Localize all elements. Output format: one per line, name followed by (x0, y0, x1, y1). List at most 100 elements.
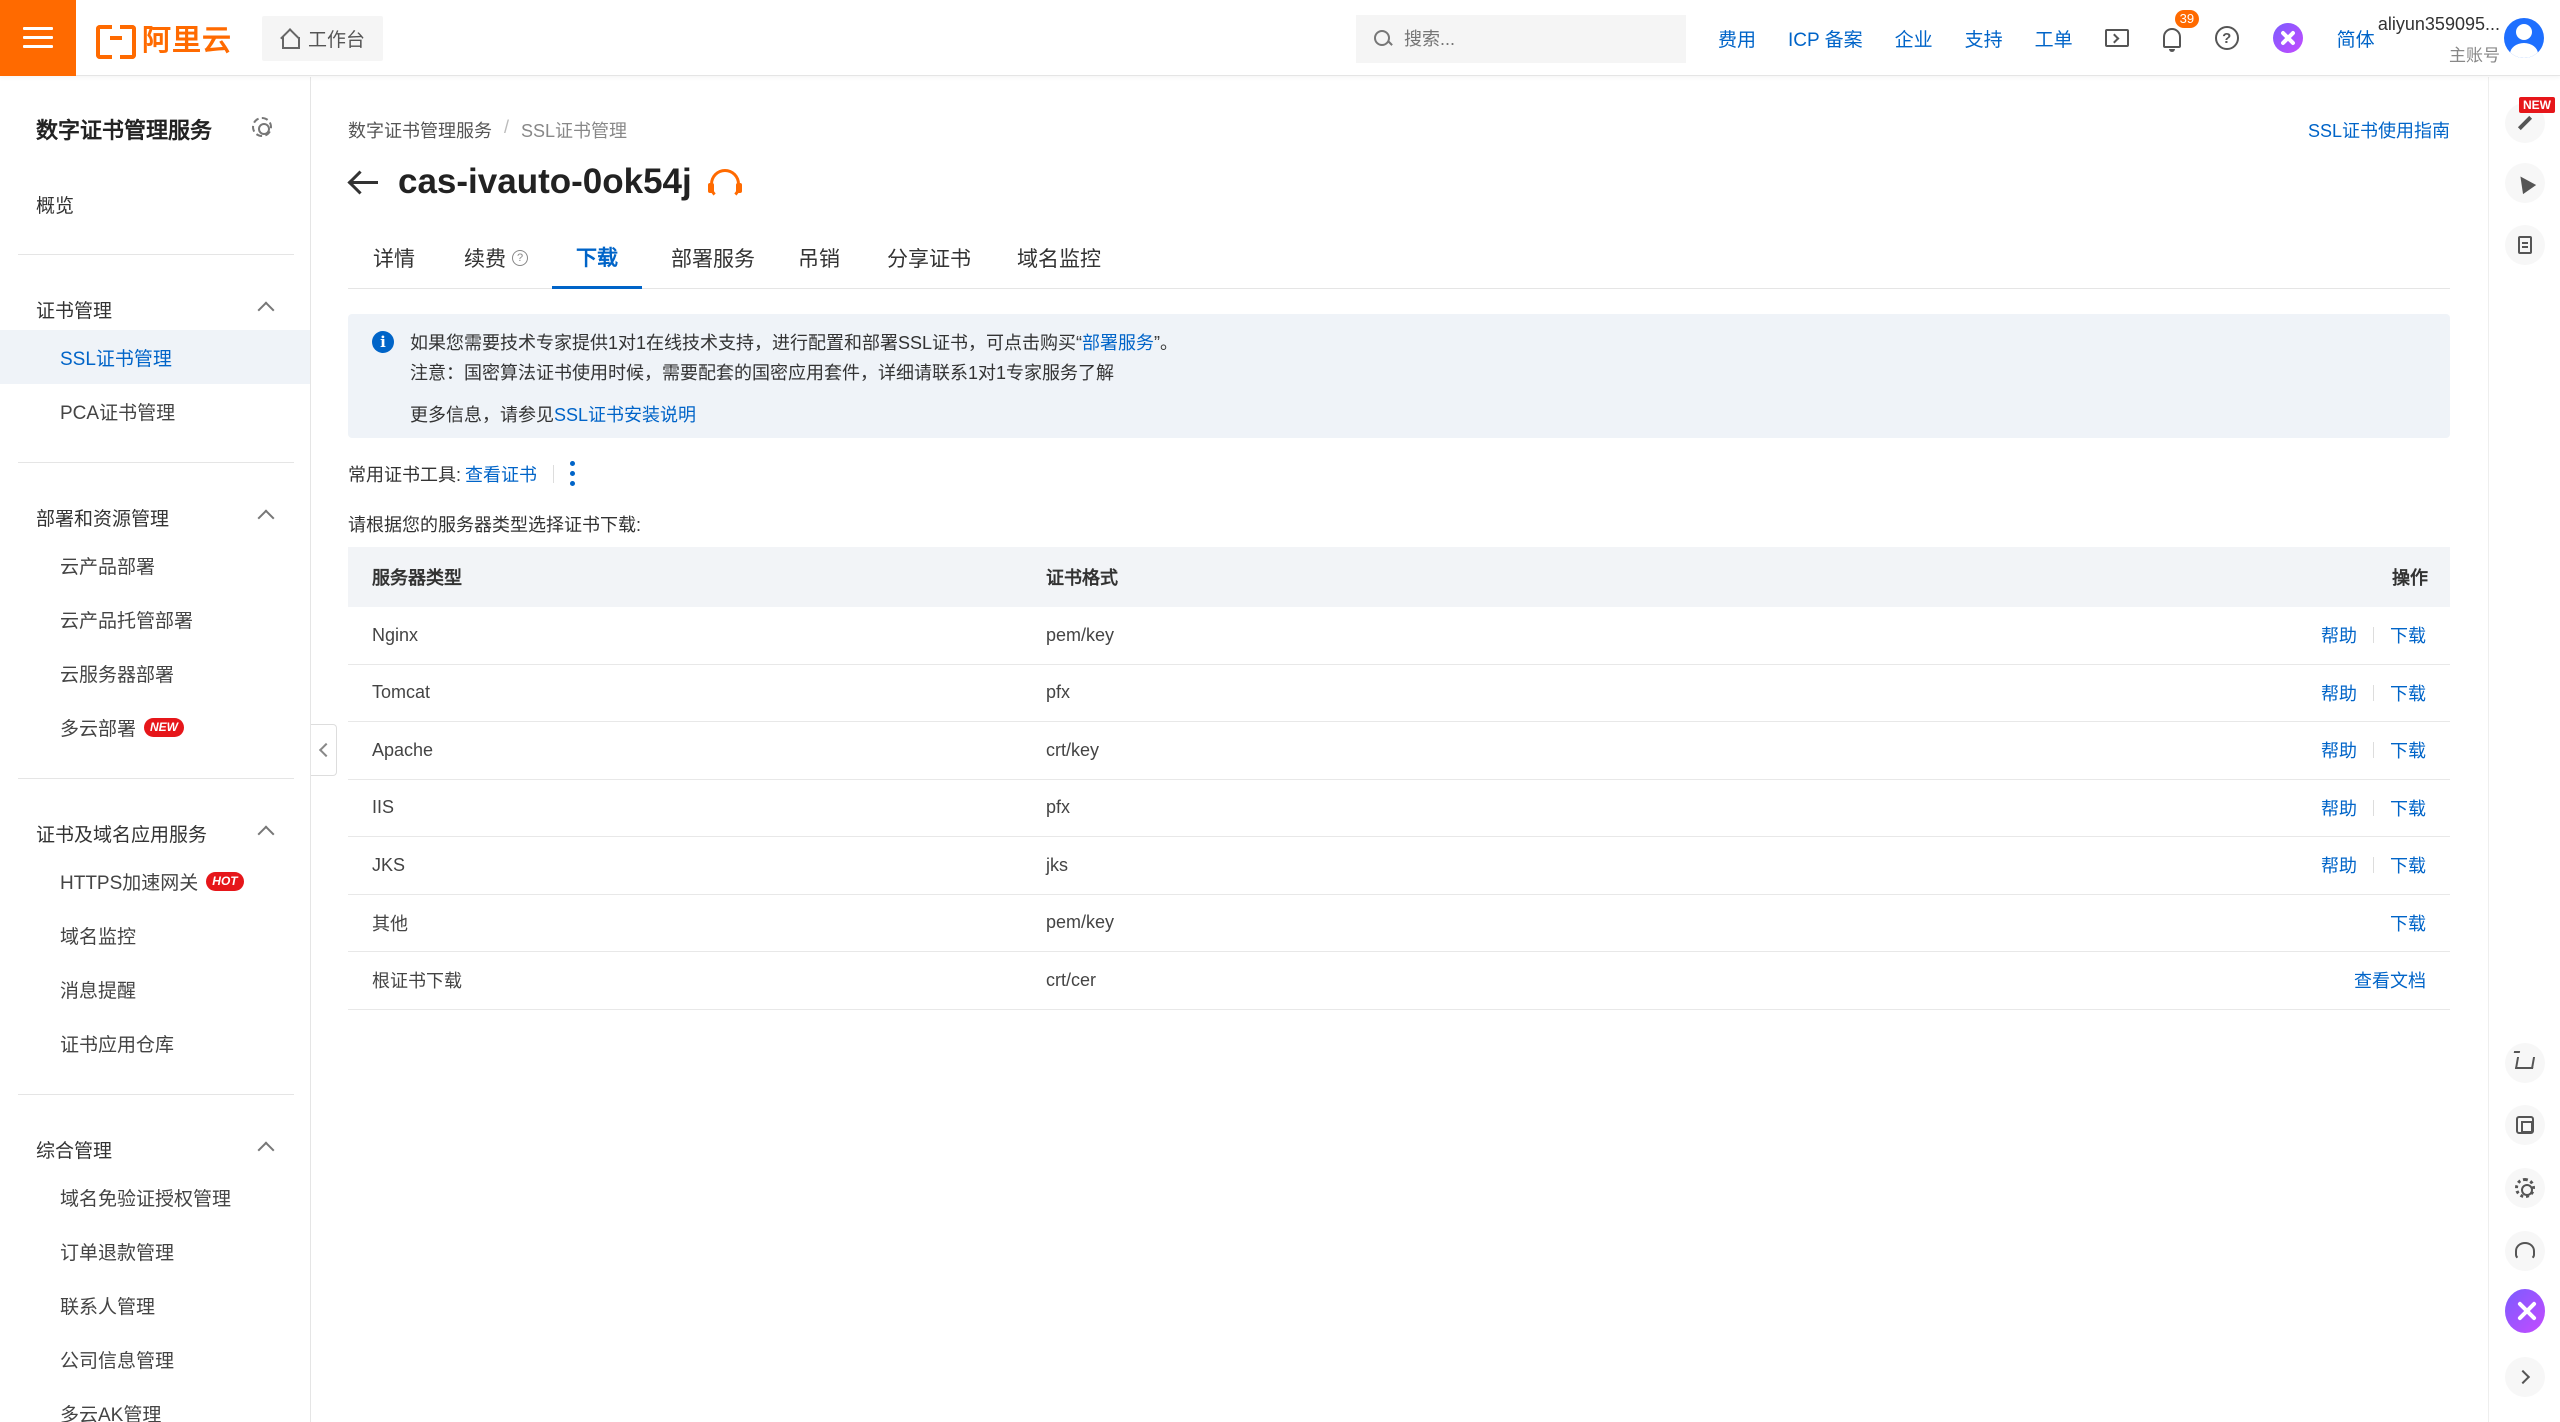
sidebar-item-company-info[interactable]: 公司信息管理 (0, 1332, 310, 1386)
sidebar-item-ssl-cert[interactable]: SSL证书管理 (0, 330, 310, 384)
help-link[interactable]: 帮助 (2321, 795, 2357, 821)
download-table: 服务器类型 证书格式 操作 Nginx pem/key 帮助 下载 Tomcat … (348, 547, 2450, 1010)
help-button[interactable]: ? (2214, 26, 2239, 50)
notification-button[interactable]: 39 (2162, 10, 2200, 52)
tab-deploy-service[interactable]: 部署服务 (658, 227, 768, 289)
help-link[interactable]: 帮助 (2321, 622, 2357, 648)
cell-server: IIS (372, 797, 395, 818)
tab-share-cert[interactable]: 分享证书 (874, 227, 984, 289)
sidebar-item-label: PCA证书管理 (60, 402, 176, 424)
account-name: aliyun359095... (2377, 14, 2500, 34)
ssl-install-guide-link[interactable]: SSL证书安装说明 (554, 405, 696, 425)
chevron-up-icon (257, 1141, 275, 1159)
workbench-button[interactable]: 工作台 (262, 16, 384, 61)
deploy-service-link[interactable]: 部署服务 (1082, 333, 1154, 353)
sidebar-item-domain-authorization[interactable]: 域名免验证授权管理 (0, 1170, 310, 1224)
search-box[interactable] (1356, 15, 1686, 63)
nav-ticket[interactable]: 工单 (2035, 25, 2073, 52)
sidebar-item-order-refund[interactable]: 订单退款管理 (0, 1224, 310, 1278)
sidebar-item-cert-repository[interactable]: 证书应用仓库 (0, 1016, 310, 1070)
customer-service-button[interactable] (2505, 1231, 2545, 1271)
cell-format: pfx (1046, 797, 1071, 818)
sidebar-item-server-deploy[interactable]: 云服务器部署 (0, 646, 310, 700)
download-button[interactable]: 下载 (2390, 795, 2426, 821)
resource-button[interactable] (2505, 1105, 2545, 1145)
cloud-shell-button[interactable] (2104, 29, 2129, 47)
sidebar-item-label: 多云部署 (60, 718, 137, 740)
sidebar-item-label: 联系人管理 (60, 1296, 156, 1318)
cell-server: Nginx (372, 624, 419, 645)
tab-label: 分享证书 (887, 248, 971, 271)
avatar[interactable] (2504, 18, 2544, 58)
cell-format: jks (1046, 854, 1068, 875)
tab-label: 域名监控 (1017, 248, 1101, 271)
tab-download[interactable]: 下载 (552, 227, 642, 289)
download-button[interactable]: 下载 (2390, 737, 2426, 763)
view-docs-link[interactable]: 查看文档 (2354, 967, 2426, 993)
sidebar-item-multicloud-ak[interactable]: 多云AK管理 (0, 1386, 310, 1422)
notes-button[interactable] (2505, 225, 2545, 265)
sidebar-item-overview[interactable]: 概览 (0, 177, 310, 231)
pointer-tool-button[interactable] (2505, 163, 2545, 203)
cell-actions: 帮助 下载 (2246, 852, 2450, 878)
divider (2373, 684, 2374, 701)
help-link[interactable]: 帮助 (2321, 852, 2357, 878)
question-icon: ? (512, 250, 528, 266)
headset-support-icon[interactable] (707, 169, 742, 199)
sidebar-collapse-button[interactable] (311, 724, 337, 776)
sidebar-item-domain-monitor[interactable]: 域名监控 (0, 908, 310, 962)
sidebar-item-message-reminder[interactable]: 消息提醒 (0, 962, 310, 1016)
divider (2373, 799, 2374, 816)
tab-renew[interactable]: 续费? (448, 227, 544, 289)
gear-icon[interactable] (252, 117, 272, 137)
tab-revoke[interactable]: 吊销 (784, 227, 854, 289)
table-row: Apache crt/key 帮助 下载 (348, 722, 2450, 780)
download-button[interactable]: 下载 (2390, 622, 2426, 648)
view-cert-link[interactable]: 查看证书 (465, 461, 537, 487)
more-vertical-icon[interactable] (570, 461, 576, 487)
divider (553, 465, 555, 483)
cell-format: pfx (1046, 682, 1071, 703)
sidebar-group-label: 部署和资源管理 (36, 508, 170, 530)
sidebar-item-cloud-product-deploy[interactable]: 云产品部署 (0, 538, 310, 592)
settings-button[interactable] (2505, 1168, 2545, 1208)
sidebar-group-general-management[interactable]: 综合管理 (0, 1122, 310, 1176)
search-input[interactable] (1404, 28, 1664, 50)
ssl-guide-link[interactable]: SSL证书使用指南 (2308, 117, 2450, 143)
ai-assistant-icon (2505, 1289, 2545, 1333)
download-button[interactable]: 下载 (2390, 680, 2426, 706)
breadcrumb-separator: / (504, 117, 510, 137)
table-row: IIS pfx 帮助 下载 (348, 780, 2450, 837)
title-row: cas-ivauto-0ok54j (348, 157, 742, 207)
expand-rail-button[interactable] (2505, 1357, 2545, 1397)
nav-cost[interactable]: 费用 (1718, 25, 1756, 52)
account-info[interactable]: aliyun359095... 主账号 (2340, 14, 2500, 66)
breadcrumb-item[interactable]: 数字证书管理服务 (348, 117, 492, 143)
cell-format: pem/key (1046, 624, 1115, 645)
sidebar-group-domain-services[interactable]: 证书及域名应用服务 (0, 806, 310, 860)
nav-support[interactable]: 支持 (1965, 25, 2003, 52)
download-button[interactable]: 下载 (2390, 910, 2426, 936)
hamburger-menu-button[interactable] (0, 0, 76, 76)
notice-line-3: 更多信息，请参见SSL证书安装说明 (410, 400, 2450, 430)
sidebar-item-managed-deploy[interactable]: 云产品托管部署 (0, 592, 310, 646)
back-arrow-icon[interactable] (348, 170, 380, 194)
ai-assistant-rail-button[interactable] (2505, 1289, 2545, 1333)
sidebar-item-multicloud-deploy[interactable]: 多云部署 NEW (0, 700, 310, 754)
cell-server: Tomcat (372, 682, 431, 703)
sidebar-item-pca-cert[interactable]: PCA证书管理 (0, 384, 310, 438)
sidebar-item-contacts[interactable]: 联系人管理 (0, 1278, 310, 1332)
help-link[interactable]: 帮助 (2321, 680, 2357, 706)
cart-button[interactable] (2505, 1043, 2545, 1083)
ai-assistant-button[interactable] (2272, 23, 2303, 53)
sidebar-group-cert-management[interactable]: 证书管理 (0, 282, 310, 336)
help-link[interactable]: 帮助 (2321, 737, 2357, 763)
download-button[interactable]: 下载 (2390, 852, 2426, 878)
nav-enterprise[interactable]: 企业 (1895, 25, 1933, 52)
sidebar-group-deploy[interactable]: 部署和资源管理 (0, 490, 310, 544)
aliyun-logo[interactable]: 阿里云 (96, 22, 232, 59)
tab-domain-monitor[interactable]: 域名监控 (1004, 227, 1114, 289)
sidebar-item-https-gateway[interactable]: HTTPS加速网关 HOT (0, 854, 310, 908)
tab-details[interactable]: 详情 (358, 227, 430, 289)
nav-icp[interactable]: ICP 备案 (1788, 25, 1863, 52)
